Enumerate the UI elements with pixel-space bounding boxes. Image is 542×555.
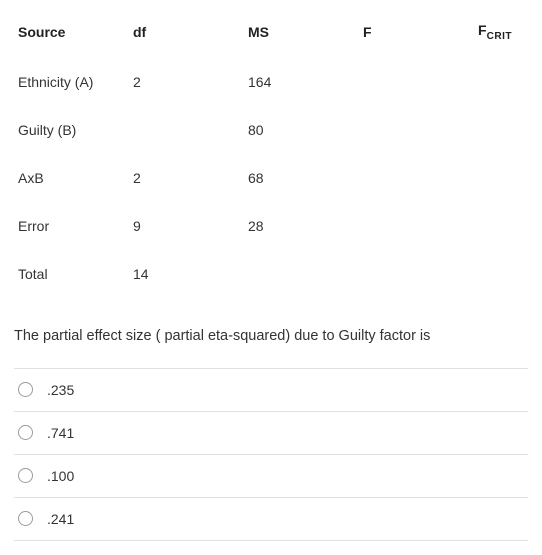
cell-source: Ethnicity (A) [14, 58, 129, 106]
table-row: Error 9 28 [14, 202, 528, 250]
cell-fcrit [474, 106, 528, 154]
table-row: AxB 2 68 [14, 154, 528, 202]
cell-source: Guilty (B) [14, 106, 129, 154]
header-fcrit: FCRIT [474, 14, 528, 58]
header-ms: MS [244, 14, 359, 58]
cell-fcrit [474, 202, 528, 250]
header-source: Source [14, 14, 129, 58]
cell-ms: 80 [244, 106, 359, 154]
cell-f [359, 154, 474, 202]
cell-source: Total [14, 250, 129, 298]
option-label: .241 [47, 511, 74, 527]
cell-ms [244, 250, 359, 298]
cell-df: 14 [129, 250, 244, 298]
table-header-row: Source df MS F FCRIT [14, 14, 528, 58]
option-label: .100 [47, 468, 74, 484]
option-0[interactable]: .235 [14, 368, 528, 412]
table-row: Total 14 [14, 250, 528, 298]
cell-source: Error [14, 202, 129, 250]
cell-df [129, 106, 244, 154]
cell-fcrit [474, 250, 528, 298]
header-f: F [359, 14, 474, 58]
cell-fcrit [474, 58, 528, 106]
anova-table: Source df MS F FCRIT Ethnicity (A) 2 164… [14, 14, 528, 298]
radio-icon [18, 382, 33, 397]
option-label: .235 [47, 382, 74, 398]
header-df: df [129, 14, 244, 58]
options-group: .235 .741 .100 .241 [14, 368, 528, 541]
option-3[interactable]: .241 [14, 498, 528, 541]
option-2[interactable]: .100 [14, 455, 528, 498]
header-fcrit-sub: CRIT [487, 31, 513, 42]
table-row: Guilty (B) 80 [14, 106, 528, 154]
cell-source: AxB [14, 154, 129, 202]
cell-f [359, 202, 474, 250]
table-row: Ethnicity (A) 2 164 [14, 58, 528, 106]
cell-df: 2 [129, 154, 244, 202]
cell-ms: 164 [244, 58, 359, 106]
cell-f [359, 106, 474, 154]
cell-f [359, 58, 474, 106]
radio-icon [18, 468, 33, 483]
cell-ms: 68 [244, 154, 359, 202]
question-text: The partial effect size ( partial eta-sq… [14, 326, 528, 348]
cell-fcrit [474, 154, 528, 202]
header-fcrit-main: F [478, 22, 487, 38]
radio-icon [18, 425, 33, 440]
radio-icon [18, 511, 33, 526]
option-label: .741 [47, 425, 74, 441]
cell-df: 2 [129, 58, 244, 106]
cell-f [359, 250, 474, 298]
option-1[interactable]: .741 [14, 412, 528, 455]
cell-ms: 28 [244, 202, 359, 250]
cell-df: 9 [129, 202, 244, 250]
